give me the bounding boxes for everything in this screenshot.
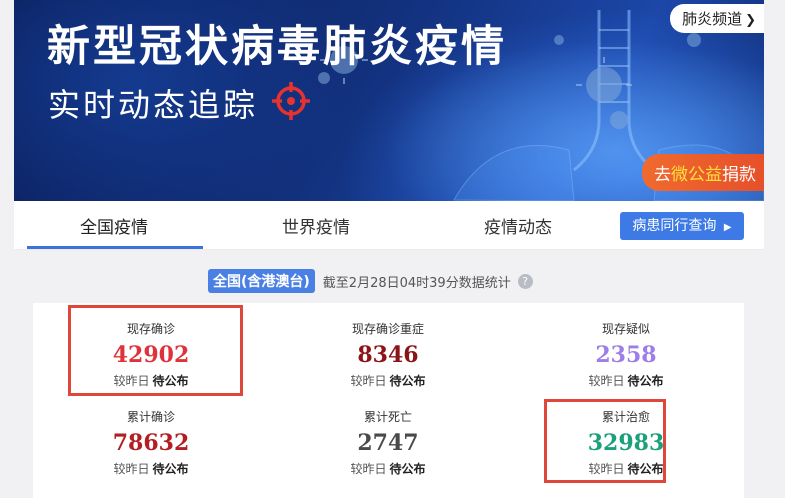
tab-domestic[interactable]: 全国疫情 xyxy=(80,213,148,238)
channel-link-label: 肺炎频道 xyxy=(682,10,743,28)
region-summary: 全国(含港澳台) 截至2月28日04时39分数据统计 ? xyxy=(208,269,533,293)
stat-total-deaths: 累计死亡 2747 较昨日 待公布 xyxy=(288,409,488,477)
tab-bar: 全国疫情 世界疫情 疫情动态 病患同行查询 ▶ xyxy=(14,201,764,250)
stat-value: 2747 xyxy=(357,430,419,456)
stat-delta: 较昨日 待公布 xyxy=(588,374,664,388)
stat-current-severe: 现存确诊重症 8346 较昨日 待公布 xyxy=(288,321,488,389)
patient-trip-query-button[interactable]: 病患同行查询 ▶ xyxy=(620,212,744,240)
stat-delta: 较昨日 待公布 xyxy=(350,374,426,388)
donate-button[interactable]: 去微公益捐款 xyxy=(642,154,764,191)
region-badge: 全国(含港澳台) xyxy=(208,269,315,293)
stat-delta: 较昨日 待公布 xyxy=(350,462,426,476)
stat-label: 现存确诊重症 xyxy=(351,322,424,336)
chevron-right-icon: ❯ xyxy=(745,13,756,28)
tab-world[interactable]: 世界疫情 xyxy=(282,213,350,238)
highlight-box-total-recovered xyxy=(544,399,666,483)
stat-label: 累计确诊 xyxy=(126,410,175,424)
update-timestamp: 截至2月28日04时39分数据统计 xyxy=(322,275,511,291)
caret-right-icon: ▶ xyxy=(723,222,732,233)
stat-value: 78632 xyxy=(112,430,190,456)
stat-value: 8346 xyxy=(357,342,419,368)
banner[interactable]: 新型冠状病毒肺炎疫情 实时动态追踪 肺炎频道 ❯ 去微公益捐款 xyxy=(14,0,764,201)
donate-highlight: 微公益 xyxy=(671,165,722,185)
target-icon xyxy=(272,82,310,120)
donate-suffix: 捐款 xyxy=(722,165,756,185)
stat-label: 现存疑似 xyxy=(601,322,650,336)
stat-value: 2358 xyxy=(595,342,657,368)
stat-delta: 较昨日 待公布 xyxy=(113,462,189,476)
stat-label: 累计死亡 xyxy=(363,410,412,424)
highlight-box-current-confirmed xyxy=(68,305,243,396)
stat-total-confirmed: 累计确诊 78632 较昨日 待公布 xyxy=(51,409,251,477)
tab-news[interactable]: 疫情动态 xyxy=(484,213,552,238)
banner-subtitle: 实时动态追踪 xyxy=(48,86,259,124)
help-icon[interactable]: ? xyxy=(517,273,533,289)
banner-title: 新型冠状病毒肺炎疫情 xyxy=(47,22,507,72)
stat-current-suspected: 现存疑似 2358 较昨日 待公布 xyxy=(526,321,726,389)
query-button-label: 病患同行查询 xyxy=(632,218,717,234)
donate-prefix: 去 xyxy=(654,165,671,185)
active-tab-indicator xyxy=(27,246,203,249)
pneumonia-channel-link[interactable]: 肺炎频道 ❯ xyxy=(670,4,764,33)
